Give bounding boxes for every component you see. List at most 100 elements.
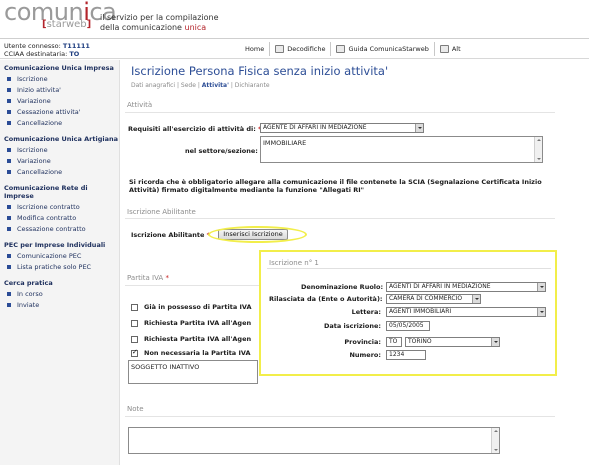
bullet-icon (7, 147, 11, 152)
checkbox[interactable] (131, 335, 138, 343)
note-textarea[interactable] (128, 427, 500, 454)
piva-option-possesso[interactable]: Già in possesso di Partita IVA (131, 303, 252, 311)
section-divider (125, 112, 555, 113)
textarea-scrollbar[interactable] (534, 137, 542, 162)
sidebar-section-title: Comunicazione Unica Impresa (4, 64, 114, 72)
sidebar-item-variazione[interactable]: Variazione (0, 95, 119, 106)
piva-option-richiesta-2[interactable]: Richiesta Partita IVA all'Agen (131, 335, 251, 343)
altro-link[interactable]: Alt (433, 42, 466, 56)
bullet-icon (7, 158, 11, 163)
breadcrumb-attivita[interactable]: Attivita' (202, 82, 229, 89)
lettera-select[interactable]: AGENTI IMMOBILIARI (386, 307, 546, 317)
rilasciata-select[interactable]: CAMERA DI COMMERCIO (386, 294, 481, 304)
scia-note: Si ricorda che è obbligatorio allegare a… (129, 178, 542, 194)
bullet-icon (7, 169, 11, 174)
sidebar-item-iscrizione[interactable]: Iscrizione (0, 73, 119, 84)
home-link[interactable]: Home (240, 42, 269, 56)
sidebar-item-in-corso[interactable]: In corso (0, 288, 119, 299)
chevron-down-icon (491, 338, 499, 346)
section-divider (125, 218, 555, 219)
guide-icon (336, 45, 346, 53)
piva-option-non-necessaria[interactable]: Non necessaria la Partita IVA (131, 348, 251, 357)
chevron-down-icon (537, 308, 545, 316)
popup-divider (267, 268, 551, 269)
chevron-down-icon (537, 283, 545, 291)
checkbox-checked[interactable] (131, 348, 138, 357)
sidebar-section-title: Comunicazione Rete di Imprese (4, 184, 88, 200)
decode-icon (275, 45, 285, 53)
popup-title: Iscrizione n° 1 (269, 259, 319, 267)
sidebar-item-cessazione-attivita[interactable]: Cessazione attivita' (0, 106, 119, 117)
guida-link[interactable]: Guida ComunicaStarweb (330, 42, 433, 56)
data-iscrizione-label: Data iscrizione: (323, 322, 381, 330)
other-icon (439, 45, 449, 53)
bullet-icon (7, 264, 11, 269)
toolbar-divider (0, 58, 589, 59)
sidebar-item-cancellazione[interactable]: Cancellazione (0, 117, 119, 128)
bullet-icon (7, 120, 11, 125)
bullet-icon (7, 291, 11, 296)
rilasciata-label: Rilasciata da (Ente o Autorità): (269, 295, 383, 303)
app-header: comunica [starweb] il servizio per la co… (0, 0, 589, 40)
bullet-icon (7, 215, 11, 220)
piva-textarea[interactable]: SOGGETTO INATTIVO (128, 360, 258, 384)
numero-input[interactable]: 1234 (386, 350, 426, 360)
chevron-down-icon (472, 295, 480, 303)
sidebar-section-title: Comunicazione Unica Artigiana (4, 135, 118, 143)
sidebar-item-artigiana-cancellazione[interactable]: Cancellazione (0, 166, 119, 177)
breadcrumb: Dati anagrafici | Sede | Attivita' | Dic… (131, 82, 270, 89)
piva-option-richiesta-1[interactable]: Richiesta Partita IVA all'Agen (131, 319, 251, 327)
cciaa-code: TO (69, 50, 80, 58)
attivita-section-title: Attività (127, 101, 153, 109)
provincia-code-input[interactable]: TO (386, 337, 402, 347)
iscrizione-popup: Iscrizione n° 1 Denominazione Ruolo: AGE… (259, 250, 557, 376)
sidebar-item-comunicazione-pec[interactable]: Comunicazione PEC (0, 250, 119, 261)
sidebar-section-title: Cerca pratica (4, 279, 53, 287)
sidebar-item-artigiana-variazione[interactable]: Variazione (0, 155, 119, 166)
settore-textarea[interactable]: IMMOBILIARE (260, 136, 543, 163)
checkbox[interactable] (131, 303, 138, 311)
sidebar-item-iscrizione-contratto[interactable]: Iscrizione contratto (0, 201, 119, 212)
requisiti-label: Requisiti all'esercizio di attività di: … (128, 125, 262, 133)
page-title: Iscrizione Persona Fisica senza inizio a… (131, 64, 389, 78)
bullet-icon (7, 302, 11, 307)
bullet-icon (7, 98, 11, 103)
checkbox[interactable] (131, 319, 138, 327)
breadcrumb-sede[interactable]: Sede (181, 82, 196, 89)
sidebar-item-cessazione-contratto[interactable]: Cessazione contratto (0, 223, 119, 234)
top-toolbar: Home Decodifiche Guida ComunicaStarweb A… (240, 41, 466, 57)
bullet-icon (7, 76, 11, 81)
breadcrumb-dati-anagrafici[interactable]: Dati anagrafici (131, 82, 175, 89)
sidebar: Comunicazione Unica Impresa Iscrizione I… (0, 60, 120, 465)
breadcrumb-dichiarante[interactable]: Dichiarante (235, 82, 270, 89)
sidebar-section-title: PEC per Imprese Individuali (4, 241, 106, 249)
lettera-label: Lettera: (351, 308, 381, 316)
note-section-title: Note (127, 405, 144, 413)
sidebar-item-inviate[interactable]: Inviate (0, 299, 119, 310)
provincia-label: Provincia: (344, 338, 381, 346)
piva-section-title: Partita IVA * (127, 274, 169, 282)
numero-label: Numero: (349, 351, 381, 359)
abilitante-section-title: Iscrizione Abilitante (127, 208, 196, 216)
data-iscrizione-input[interactable]: 05/05/2005 (386, 321, 430, 331)
tagline: il servizio per la compilazione della co… (100, 13, 219, 32)
sidebar-item-inizio-attivita[interactable]: Inizio attivita' (0, 84, 119, 95)
sidebar-item-artigiana-iscrizione[interactable]: Iscrizione (0, 144, 119, 155)
sidebar-item-modifica-contratto[interactable]: Modifica contratto (0, 212, 119, 223)
highlight-ellipse (208, 226, 307, 243)
textarea-scrollbar[interactable] (491, 428, 499, 453)
bullet-icon (7, 253, 11, 258)
user-info: Utente connesso: T11111 CCIAA destinatar… (4, 42, 90, 58)
chevron-down-icon (415, 124, 423, 132)
denominazione-label: Denominazione Ruolo: (301, 283, 384, 291)
starweb-logo: [starweb] (42, 19, 92, 30)
denominazione-select[interactable]: AGENTI DI AFFARI IN MEDIAZIONE (386, 282, 546, 292)
requisiti-select[interactable]: AGENTE DI AFFARI IN MEDIAZIONE (260, 123, 424, 133)
abilitante-label: Iscrizione Abilitante * (131, 231, 211, 239)
bullet-icon (7, 204, 11, 209)
decodifiche-link[interactable]: Decodifiche (269, 42, 330, 56)
header-divider (0, 38, 589, 39)
section-divider (125, 416, 555, 417)
provincia-select[interactable]: TORINO (405, 337, 500, 347)
sidebar-item-lista-pratiche-pec[interactable]: Lista pratiche solo PEC (0, 261, 119, 272)
